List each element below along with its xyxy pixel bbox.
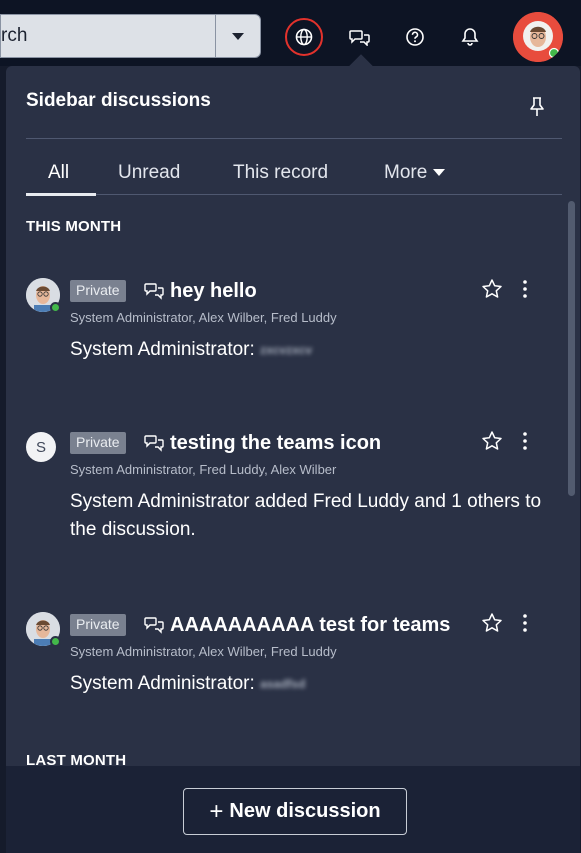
pin-icon[interactable] xyxy=(528,96,546,118)
new-discussion-button[interactable]: + New discussion xyxy=(183,788,407,835)
chat-icon xyxy=(144,435,164,452)
discussion-title: hey hello xyxy=(170,280,257,302)
blurred-message: asadfsd xyxy=(260,677,306,691)
globe-icon xyxy=(295,28,313,46)
tab-unread[interactable]: Unread xyxy=(118,162,180,184)
top-header: rch xyxy=(0,0,581,66)
star-icon[interactable] xyxy=(481,612,503,634)
more-options-icon[interactable] xyxy=(518,430,532,452)
scrollbar[interactable] xyxy=(568,201,575,496)
last-message: System Administrator: zxcvzxcv xyxy=(70,336,550,364)
private-badge: Private xyxy=(70,614,126,636)
avatar: S xyxy=(26,432,56,462)
private-badge: Private xyxy=(70,280,126,302)
discussions-panel: Sidebar discussions All Unread This reco… xyxy=(6,66,580,853)
chevron-down-icon xyxy=(433,169,446,177)
section-this-month: THIS MONTH xyxy=(26,218,122,235)
new-discussion-label: New discussion xyxy=(229,800,381,822)
search-dropdown-button[interactable] xyxy=(215,14,261,58)
last-message: System Administrator added Fred Luddy an… xyxy=(70,491,542,540)
divider xyxy=(96,194,562,195)
bell-icon xyxy=(461,28,479,46)
online-status-icon xyxy=(50,636,61,647)
panel-title: Sidebar discussions xyxy=(26,90,211,111)
star-icon[interactable] xyxy=(481,430,503,452)
more-options-icon[interactable] xyxy=(518,612,532,634)
notifications-button[interactable] xyxy=(451,18,489,56)
divider xyxy=(26,138,562,139)
discussion-title: AAAAAAAAAA test for teams xyxy=(170,614,451,636)
participants-list: System Administrator, Alex Wilber, Fred … xyxy=(70,644,337,659)
search-input[interactable]: rch xyxy=(0,14,215,58)
discussions-button[interactable] xyxy=(341,18,379,56)
tab-more-label: More xyxy=(384,162,428,183)
tab-all[interactable]: All xyxy=(48,162,69,184)
active-tab-indicator xyxy=(26,193,96,196)
panel-footer: + New discussion xyxy=(6,766,580,853)
tab-bar: All Unread This record More xyxy=(26,162,562,196)
tab-more[interactable]: More xyxy=(384,162,446,184)
chat-icon xyxy=(144,617,164,634)
help-icon xyxy=(406,28,424,46)
discussion-title: testing the teams icon xyxy=(170,432,382,454)
message-text: System Administrator: xyxy=(70,673,255,695)
private-badge: Private xyxy=(70,432,126,454)
participants-list: System Administrator, Alex Wilber, Fred … xyxy=(70,310,337,325)
globe-button[interactable] xyxy=(285,18,323,56)
user-avatar-button[interactable] xyxy=(513,12,563,62)
help-button[interactable] xyxy=(396,18,434,56)
last-message: System Administrator: asadfsd xyxy=(70,670,550,698)
avatar xyxy=(513,12,563,62)
more-options-icon[interactable] xyxy=(518,278,532,300)
blurred-message: zxcvzxcv xyxy=(260,343,313,357)
message-text: System Administrator: xyxy=(70,339,255,361)
chat-icon xyxy=(144,283,164,300)
chevron-down-icon xyxy=(232,32,244,40)
online-status-icon xyxy=(50,302,61,313)
plus-icon: + xyxy=(209,797,224,825)
chat-icon xyxy=(349,30,370,46)
participants-list: System Administrator, Fred Luddy, Alex W… xyxy=(70,462,337,477)
search-text: rch xyxy=(1,25,28,46)
star-icon[interactable] xyxy=(481,278,503,300)
tab-this-record[interactable]: This record xyxy=(233,162,328,184)
